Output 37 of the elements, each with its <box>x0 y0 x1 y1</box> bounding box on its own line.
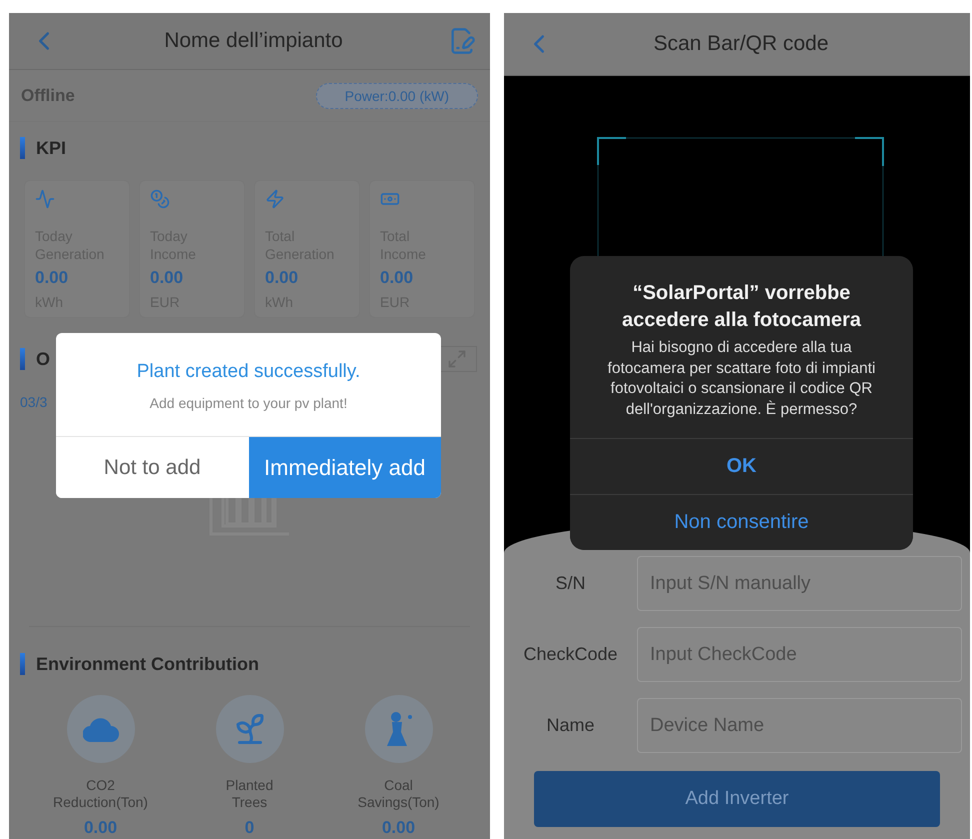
text-input[interactable]: Input S/N manually <box>637 556 962 611</box>
lightning-icon <box>265 189 285 209</box>
screen-title: Nome dell’impianto <box>164 29 343 53</box>
kpi-value: 0.00 <box>35 268 70 288</box>
kpi-value: 0.00 <box>265 268 300 288</box>
kpi-value: 0.00 <box>150 268 184 288</box>
env-value: 0.00 <box>382 819 416 837</box>
kpi-value: 0.00 <box>380 268 414 288</box>
coins-icon <box>150 189 170 209</box>
section-heading: KPI <box>36 138 66 158</box>
env-label: Planted Trees <box>226 777 274 811</box>
pulse-icon <box>35 189 55 209</box>
env-label: CO2 Reduction(Ton) <box>53 777 148 811</box>
field-label: CheckCode <box>522 644 619 665</box>
dialog-title: Plant created successfully. <box>136 361 362 383</box>
field-label: Name <box>545 715 596 736</box>
deny-button[interactable]: Non consentire <box>570 494 913 550</box>
text-input[interactable]: Device Name <box>637 698 962 753</box>
section-heading: Environment Contribution <box>36 654 259 674</box>
alert-title: “SolarPortal” vorrebbe accedere alla fotocamera <box>620 281 862 333</box>
section-marker <box>20 137 25 159</box>
section-marker <box>20 653 25 675</box>
add-button[interactable]: Immediately add <box>248 437 441 498</box>
field-label: S/N <box>554 573 586 594</box>
env-label: Coal Savings(Ton) <box>358 777 440 811</box>
power-badge: Power:0.00 (kW) <box>316 82 478 108</box>
section-heading: O <box>36 348 50 370</box>
add-inverter-button[interactable]: Add Inverter <box>534 771 940 827</box>
screen-title: Scan Bar/QR code <box>653 32 829 56</box>
section-marker <box>20 348 25 370</box>
text-input[interactable]: Input CheckCode <box>637 627 962 682</box>
cloud-icon <box>82 716 118 742</box>
dialog-message: Add equipment to your pv plant! <box>148 395 348 411</box>
env-value: 0 <box>244 819 254 837</box>
date-label: 03/3 <box>20 394 48 410</box>
alert-message: Hai bisogno di accedere alla tua fotocamera per scattare foto di impianti fotovoltaici o scansionare il codice QR dell'organizzazione. È permesso? <box>606 338 876 420</box>
env-value: 0.00 <box>84 819 118 837</box>
